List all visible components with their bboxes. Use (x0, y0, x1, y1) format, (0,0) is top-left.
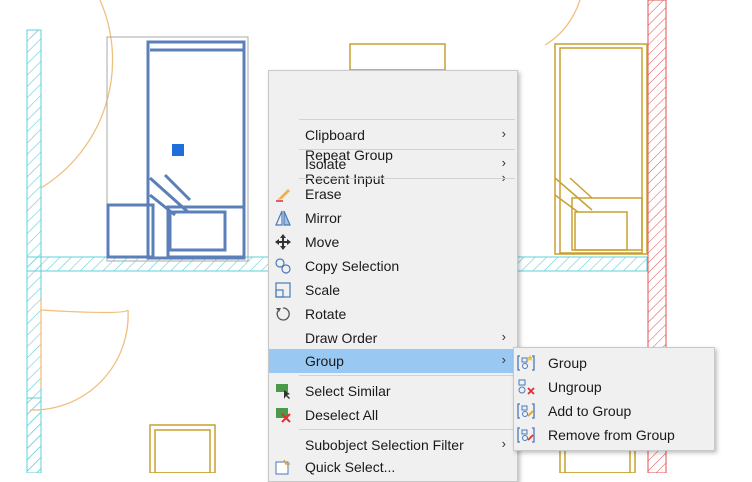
erase-icon (274, 185, 292, 203)
menu-separator (299, 375, 515, 376)
grip-point[interactable] (172, 144, 184, 156)
chevron-right-icon: › (501, 352, 506, 367)
submenu-item-group[interactable]: Group (514, 351, 714, 375)
add-to-group-icon (517, 402, 535, 420)
menu-item-move[interactable]: Move (269, 230, 517, 254)
submenu-item-label: Group (548, 355, 587, 371)
menu-item-mirror[interactable]: Mirror (269, 206, 517, 230)
menu-separator (299, 429, 515, 430)
menu-item-deselect-all[interactable]: Deselect All (269, 403, 517, 427)
menu-item-label: Deselect All (305, 407, 379, 423)
menu-item-erase[interactable]: Erase (269, 182, 517, 206)
menu-item-scale[interactable]: Scale (269, 278, 517, 302)
menu-item-clipboard[interactable]: Clipboard › (269, 123, 517, 147)
move-icon (274, 233, 292, 251)
menu-item-label: Group (305, 353, 344, 369)
menu-item-label: Scale (305, 282, 341, 298)
menu-item-select-similar[interactable]: Select Similar (269, 379, 517, 403)
submenu-item-label: Remove from Group (548, 427, 675, 443)
menu-separator (299, 149, 515, 150)
deselect-all-icon (274, 406, 292, 424)
context-menu: Repeat Group Recent Input› Clipboard› Is… (268, 70, 518, 482)
menu-separator (299, 178, 515, 179)
menu-item-draw-order[interactable]: Draw Order › (269, 326, 517, 350)
menu-separator (299, 119, 515, 120)
submenu-item-label: Ungroup (548, 379, 602, 395)
chevron-right-icon: › (501, 126, 506, 141)
menu-item-label: Isolate (305, 156, 347, 172)
submenu-item-label: Add to Group (548, 403, 632, 419)
menu-item-label: Rotate (305, 306, 347, 322)
group-icon (517, 354, 535, 372)
chevron-right-icon: › (501, 329, 506, 344)
menu-item-rotate[interactable]: Rotate (269, 302, 517, 326)
submenu-item-add-to-group[interactable]: Add to Group (514, 399, 714, 423)
group-submenu: Group Ungroup Add to Group Remove from G… (513, 347, 715, 451)
rotate-icon (274, 305, 292, 323)
menu-item-copy-selection[interactable]: Copy Selection (269, 254, 517, 278)
menu-item-label: Draw Order (305, 330, 378, 346)
scale-icon (274, 281, 292, 299)
submenu-item-remove-from-group[interactable]: Remove from Group (514, 423, 714, 447)
ungroup-icon (517, 378, 535, 396)
menu-item-label: Select Similar (305, 383, 391, 399)
mirror-icon (274, 209, 292, 227)
chevron-right-icon: › (501, 155, 506, 170)
menu-item-group[interactable]: Group › (269, 349, 517, 373)
menu-item-quick-select[interactable]: Quick Select... (269, 455, 517, 479)
menu-item-label: Clipboard (305, 127, 365, 143)
chevron-right-icon: › (501, 436, 506, 451)
menu-item-label: Copy Selection (305, 258, 400, 274)
menu-item-subobject-selection-filter[interactable]: Subobject Selection Filter › (269, 433, 517, 457)
submenu-item-ungroup[interactable]: Ungroup (514, 375, 714, 399)
select-similar-icon (274, 382, 292, 400)
copy-selection-icon (274, 257, 292, 275)
menu-item-label: Erase (305, 186, 342, 202)
selected-block[interactable] (106, 36, 249, 262)
remove-from-group-icon (517, 426, 535, 444)
quick-select-icon (274, 458, 292, 476)
menu-item-isolate[interactable]: Isolate › (269, 152, 517, 176)
menu-item-label: Move (305, 234, 340, 250)
menu-item-label: Mirror (305, 210, 342, 226)
menu-item-label: Subobject Selection Filter (305, 437, 464, 453)
